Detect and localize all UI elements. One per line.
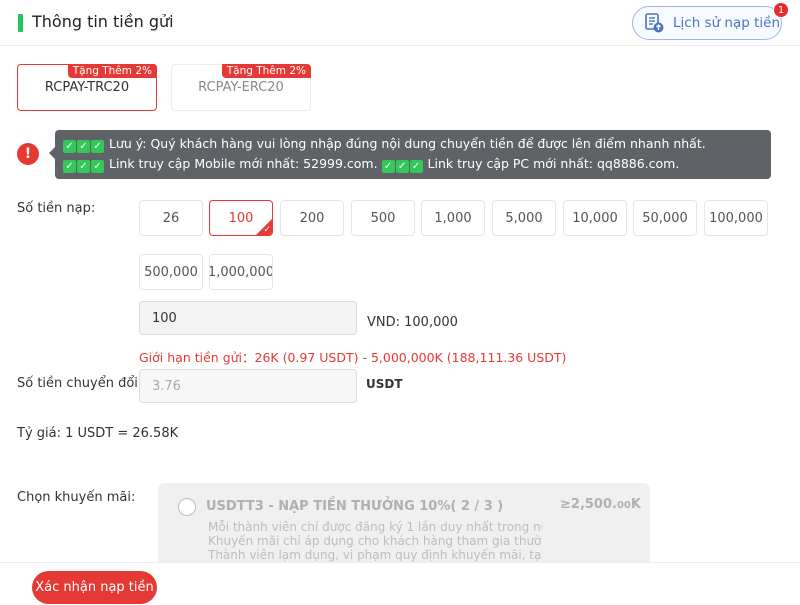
amount-option[interactable]: 200	[280, 200, 344, 236]
notice-line-2: ✓ ✓ ✓ Link truy cập Mobile mới nhất: 52999…	[63, 154, 763, 174]
amount-option[interactable]: 50,000	[633, 200, 697, 236]
promotion-amount-main: ≥2,500.	[560, 497, 617, 512]
check-icon: ✓	[63, 160, 76, 173]
notice-line-1: ✓ ✓ ✓ Lưu ý: Quý khách hàng vui lòng nhập …	[63, 134, 763, 154]
promotion-amount-decimal: 00	[616, 500, 631, 511]
notice-pc-link: Link truy cập PC mới nhất: qq8886.com.	[427, 156, 680, 171]
promotion-radio[interactable]	[178, 498, 196, 516]
history-document-icon	[645, 13, 664, 33]
check-icon: ✓	[77, 160, 90, 173]
check-icon: ✓	[91, 160, 104, 173]
amount-option-label: 100	[228, 210, 254, 226]
amount-option[interactable]: 500,000	[139, 254, 203, 290]
notice-tooltip: ✓ ✓ ✓ Lưu ý: Quý khách hàng vui lòng nhập …	[49, 130, 771, 179]
channel-label: RCPAY-ERC20	[198, 80, 284, 95]
amount-label: Số tiền nạp:	[17, 201, 96, 216]
confirm-deposit-button[interactable]: Xác nhận nạp tiền	[32, 571, 157, 604]
vnd-amount-text: VND: 100,000	[367, 315, 458, 330]
checkmark-icon: ✓	[263, 225, 271, 235]
amount-option[interactable]: 500	[351, 200, 415, 236]
amount-option[interactable]: 10,000	[563, 200, 627, 236]
channel-rcpay-trc20[interactable]: Tặng Thêm 2% RCPAY-TRC20	[17, 64, 157, 111]
amount-option[interactable]: 1,000	[421, 200, 485, 236]
promotion-description: Mỗi thành viên chỉ được đăng ký 1 lần du…	[208, 520, 542, 562]
promotion-desc-line: Khuyến mãi chỉ áp dụng cho khách hàng th…	[208, 534, 542, 548]
title-accent-bar	[18, 14, 23, 32]
amount-option[interactable]: 100,000	[704, 200, 768, 236]
promotion-label: Chọn khuyến mãi:	[17, 490, 136, 505]
amount-option-selected[interactable]: 100 ✓	[209, 200, 273, 236]
promotion-amount-unit: K	[630, 497, 641, 512]
amount-option[interactable]: 5,000	[492, 200, 556, 236]
amount-input[interactable]: 100	[139, 301, 357, 335]
amount-option[interactable]: 1,000,000	[209, 254, 273, 290]
amount-option[interactable]: 26	[139, 200, 203, 236]
check-icon: ✓	[409, 160, 423, 173]
exchange-rate-text: Tỷ giá: 1 USDT = 26.58K	[17, 426, 179, 441]
check-icon: ✓	[63, 140, 76, 153]
converted-amount-field: 3.76	[139, 369, 357, 403]
check-icon: ✓	[395, 160, 409, 173]
notice-text-1: Lưu ý: Quý khách hàng vui lòng nhập đúng…	[108, 136, 706, 151]
alert-icon: !	[17, 143, 39, 165]
promotion-desc-line: Mỗi thành viên chỉ được đăng ký 1 lần du…	[208, 520, 542, 534]
deposit-history-button[interactable]: Lịch sử nạp tiền	[632, 6, 782, 40]
channel-label: RCPAY-TRC20	[44, 80, 130, 95]
channel-bonus-tag: Tặng Thêm 2%	[67, 64, 157, 78]
channel-bonus-tag: Tặng Thêm 2%	[221, 64, 311, 78]
page-title: Thông tin tiền gửi	[32, 12, 174, 31]
check-icon: ✓	[91, 140, 104, 153]
check-icon: ✓	[77, 140, 90, 153]
convert-unit: USDT	[366, 377, 403, 391]
notification-badge: 1	[773, 2, 789, 18]
deposit-limit-text: Giới hạn tiền gửi：26K (0.97 USDT) - 5,00…	[139, 350, 567, 365]
promotion-title: USDTT3 - NẠP TIỀN THƯỞNG 10%( 2 / 3 )	[206, 499, 504, 514]
promotion-card[interactable]: USDTT3 - NẠP TIỀN THƯỞNG 10%( 2 / 3 ) ≥2…	[158, 483, 650, 573]
convert-label: Số tiền chuyển đổi:	[17, 376, 143, 391]
deposit-history-label: Lịch sử nạp tiền	[673, 15, 781, 31]
promotion-desc-line: Thành viên lạm dụng, vi phạm quy định kh…	[208, 548, 542, 562]
channel-rcpay-erc20[interactable]: Tặng Thêm 2% RCPAY-ERC20	[171, 64, 311, 111]
promotion-min-amount: ≥2,500.00K	[560, 497, 641, 512]
check-icon: ✓	[381, 160, 395, 173]
notice-mobile-link: Link truy cập Mobile mới nhất: 52999.com…	[108, 156, 378, 171]
